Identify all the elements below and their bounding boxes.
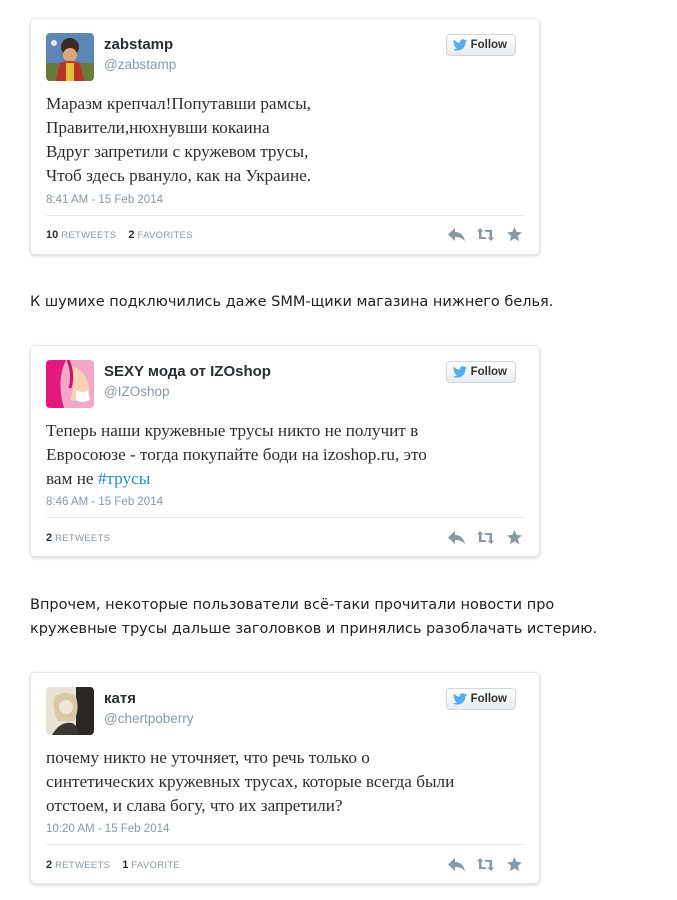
twitter-bird-icon	[452, 693, 467, 705]
favorites-count: 2	[128, 229, 135, 241]
favorites-stat[interactable]: 1 FAVORITE	[122, 859, 181, 871]
follow-button[interactable]: Follow	[445, 361, 516, 383]
tweet-stats: 2 RETWEETS	[46, 532, 119, 544]
tweet-text-line: Евросоюзе - тогда покупайте боди на izos…	[46, 445, 427, 464]
retweet-icon	[477, 228, 494, 241]
favorite-button[interactable]	[506, 857, 523, 872]
tweet-timestamp[interactable]: 8:41 AM - 15 Feb 2014	[46, 194, 163, 206]
follow-button[interactable]: Follow	[445, 688, 516, 710]
retweet-button[interactable]	[477, 227, 494, 242]
avatar[interactable]	[46, 687, 94, 735]
divider	[46, 517, 524, 518]
divider	[46, 844, 524, 845]
tweet-card: SEXY мода от IZOshop @IZOshop Follow Теп…	[30, 345, 540, 557]
user-handle[interactable]: @chertpoberry	[104, 711, 194, 726]
tweet-text-line: Вдруг запретили с кружевом трусы,	[46, 142, 309, 161]
retweets-count: 10	[46, 229, 59, 241]
reply-icon	[448, 228, 465, 241]
tweet-actions	[448, 227, 523, 242]
tweet-actions	[448, 857, 523, 872]
follow-label: Follow	[470, 693, 507, 705]
favorites-stat[interactable]: 2 FAVORITES	[128, 229, 193, 241]
tweet-text-line: вам не #трусы	[46, 467, 523, 491]
reply-icon	[448, 858, 465, 871]
retweets-label: RETWEETS	[55, 860, 111, 871]
twitter-bird-icon	[452, 366, 467, 378]
retweets-count: 2	[46, 532, 53, 544]
favorites-label: FAVORITES	[137, 230, 193, 241]
article-paragraph: К шумихе подключились даже SMM-щики мага…	[30, 290, 650, 314]
tweet-text-line: почему никто не уточняет, что речь тольк…	[46, 748, 370, 767]
tweet-text: Теперь наши кружевные трусы никто не пол…	[46, 419, 523, 491]
user-name[interactable]: zabstamp	[104, 36, 173, 53]
retweets-stat[interactable]: 10 RETWEETS	[46, 229, 117, 241]
tweet-timestamp[interactable]: 10:20 AM - 15 Feb 2014	[46, 823, 169, 835]
user-handle[interactable]: @IZOshop	[104, 384, 169, 399]
retweet-button[interactable]	[477, 857, 494, 872]
tweet-timestamp[interactable]: 8:46 AM - 15 Feb 2014	[46, 496, 163, 508]
tweet-card: zabstamp @zabstamp Follow Маразм крепчал…	[30, 18, 540, 255]
favorites-label: FAVORITE	[131, 860, 181, 871]
retweets-label: RETWEETS	[61, 230, 117, 241]
user-handle[interactable]: @zabstamp	[104, 57, 176, 72]
tweet-text-line: Маразм крепчал!Попутавши рамсы,	[46, 94, 311, 113]
reply-button[interactable]	[448, 227, 465, 242]
favorite-star-icon	[507, 857, 522, 872]
tweet-text-line: синтетических кружевных трусах, которые …	[46, 772, 455, 791]
follow-label: Follow	[470, 39, 507, 51]
tweet-card: катя @chertpoberry Follow почему никто н…	[30, 672, 540, 884]
retweet-icon	[477, 531, 494, 544]
favorite-button[interactable]	[506, 227, 523, 242]
avatar[interactable]	[46, 33, 94, 81]
tweet-stats: 10 RETWEETS 2 FAVORITES	[46, 229, 202, 241]
divider	[46, 215, 524, 216]
retweets-stat[interactable]: 2 RETWEETS	[46, 859, 111, 871]
favorite-star-icon	[507, 530, 522, 545]
tweet-text-line: Правители,нюхнувши кокаина	[46, 118, 270, 137]
paragraph-line: кружевные трусы дальше заголовков и прин…	[30, 621, 598, 637]
tweet-text: Маразм крепчал!Попутавши рамсы, Правител…	[46, 92, 523, 188]
favorite-button[interactable]	[506, 530, 523, 545]
retweets-label: RETWEETS	[55, 533, 111, 544]
paragraph-line: Впрочем, некоторые пользователи всё-таки…	[30, 597, 555, 613]
avatar[interactable]	[46, 360, 94, 408]
tweet-text-line: Чтоб здесь рвануло, как на Украине.	[46, 166, 312, 185]
retweets-count: 2	[46, 859, 53, 871]
retweet-button[interactable]	[477, 530, 494, 545]
follow-button[interactable]: Follow	[445, 34, 516, 56]
twitter-bird-icon	[452, 39, 467, 51]
retweets-stat[interactable]: 2 RETWEETS	[46, 532, 111, 544]
hashtag-link[interactable]: #трусы	[98, 469, 150, 488]
tweet-text-line: Теперь наши кружевные трусы никто не пол…	[46, 421, 419, 440]
tweet-text-fragment: вам не	[46, 469, 98, 488]
user-name[interactable]: SEXY мода от IZOshop	[104, 363, 271, 380]
tweet-text-line: отстоем, и слава богу, что их запретили?	[46, 796, 343, 815]
paragraph-line: К шумихе подключились даже SMM-щики мага…	[30, 294, 554, 310]
reply-button[interactable]	[448, 530, 465, 545]
favorite-star-icon	[507, 227, 522, 242]
tweet-actions	[448, 530, 523, 545]
reply-button[interactable]	[448, 857, 465, 872]
tweet-text: почему никто не уточняет, что речь тольк…	[46, 746, 523, 818]
user-name[interactable]: катя	[104, 690, 136, 707]
retweet-icon	[477, 858, 494, 871]
reply-icon	[448, 531, 465, 544]
tweet-stats: 2 RETWEETS 1 FAVORITE	[46, 859, 189, 871]
favorites-count: 1	[122, 859, 129, 871]
article-paragraph: Впрочем, некоторые пользователи всё-таки…	[30, 593, 650, 641]
follow-label: Follow	[470, 366, 507, 378]
